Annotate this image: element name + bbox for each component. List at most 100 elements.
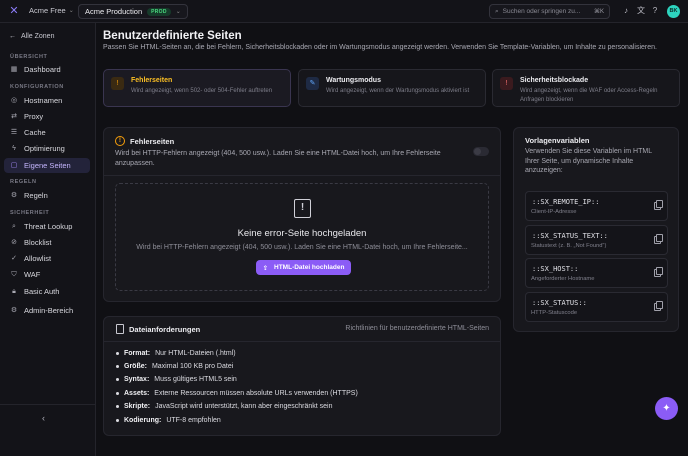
copy-icon[interactable] (654, 200, 663, 210)
card-title: Wartungsmodus (326, 77, 381, 84)
sidebar-item-label: Proxy (24, 112, 44, 121)
panel-title: Vorlagenvariablen (525, 136, 590, 145)
search-icon: ⌕ (12, 222, 16, 230)
section-config: KONFIGURATION (10, 84, 64, 90)
lock-icon: 🔒︎ (12, 287, 16, 295)
page-title: Benutzerdefinierte Seiten (103, 30, 242, 42)
prod-badge: PROD (147, 7, 171, 16)
sidebar-item-label: Basic Auth (24, 287, 60, 296)
top-bar: ✕ Acme Free ⌄ Acme Production PROD ⌄ ⌕ S… (0, 0, 688, 23)
sidebar-item-label: Admin-Bereich (24, 306, 74, 315)
sidebar-item-hostnames[interactable]: ◎ Hostnamen (4, 93, 90, 108)
sidebar-item-label: Allowlist (24, 254, 52, 263)
sidebar-item-blocklist[interactable]: ⊘ Blocklist (4, 235, 90, 250)
card-desc: Wird angezeigt, wenn der Wartungsmodus a… (326, 88, 470, 94)
back-label: Alle Zonen (21, 33, 55, 40)
variable-item: ::SX_STATUS:: HTTP-Statuscode (525, 292, 668, 322)
variable-name: ::SX_STATUS:: (532, 299, 587, 307)
copy-icon[interactable] (654, 234, 663, 244)
zone-name: Acme Production (85, 7, 143, 16)
gear-icon: ⚙ (10, 306, 18, 314)
list-item: Kodierung: UTF-8 empfohlen (116, 417, 486, 424)
sidebar-item-label: Hostnamen (24, 96, 63, 105)
ban-icon: ⊘ (11, 238, 17, 246)
sidebar-item-waf[interactable]: ⛉ WAF (4, 267, 90, 282)
arrows-icon: ⇄ (11, 112, 17, 120)
sidebar-item-allowlist[interactable]: ✓ Allowlist (4, 251, 90, 266)
sidebar-item-cache[interactable]: ☰ Cache (4, 125, 90, 140)
sidebar-item-label: Blocklist (24, 238, 52, 247)
database-icon: ☰ (10, 128, 18, 136)
divider (104, 175, 500, 176)
list-item: Assets: Externe Ressourcen müssen absolut… (116, 390, 486, 397)
bell-icon[interactable]: ♪ (621, 6, 631, 16)
sidebar-item-label: Eigene Seiten (24, 161, 71, 170)
sidebar-item-basic-auth[interactable]: 🔒︎ Basic Auth (4, 284, 90, 299)
sidebar-item-rules[interactable]: ⚙ Regeln (4, 188, 90, 203)
panel-title: Fehlerseiten (130, 137, 175, 146)
upload-html-button[interactable]: ⇪ HTML-Datei hochladen (256, 260, 351, 275)
section-overview: ÜBERSICHT (10, 54, 48, 60)
sidebar-item-custom-pages[interactable]: ▢ Eigene Seiten (4, 158, 90, 173)
search-icon: ⌕ (495, 7, 499, 15)
chevron-down-icon: ⌄ (175, 9, 181, 15)
search-input[interactable]: ⌕ Suchen oder springen zu... ⌘K (489, 4, 610, 19)
assistant-sparkle-button[interactable]: ✦ (655, 397, 678, 420)
variable-item: ::SX_STATUS_TEXT:: Statustext (z. B. „No… (525, 225, 668, 255)
sidebar-item-admin-area[interactable]: ⚙ Admin-Bereich (4, 303, 90, 318)
upload-icon: ⇪ (262, 264, 269, 272)
panel-desc: Verwenden Sie diese Variablen im HTML Ih… (525, 148, 652, 174)
alert-circle-icon: ! (115, 136, 125, 146)
search-placeholder: Suchen oder springen zu... (502, 8, 581, 15)
sidebar-item-optimization[interactable]: ϟ Optimierung (4, 141, 90, 156)
copy-icon[interactable] (654, 301, 663, 311)
avatar[interactable]: BK (667, 5, 680, 18)
section-rules: REGELN (10, 179, 37, 185)
sidebar-item-label: Threat Lookup (24, 222, 73, 231)
globe-icon: ◎ (10, 96, 18, 104)
upload-dropzone[interactable]: ! Keine error-Seite hochgeladen Wird bei… (115, 183, 489, 291)
back-to-zones-link[interactable]: ← Alle Zonen (9, 33, 54, 40)
panel-title: Dateianforderungen (129, 325, 201, 334)
shield-alert-icon: ! (500, 77, 513, 90)
zone-switcher[interactable]: Acme Production PROD ⌄ (78, 4, 188, 19)
sidebar-item-proxy[interactable]: ⇄ Proxy (4, 109, 90, 124)
variable-desc: Angeforderter Hostname (531, 276, 595, 282)
error-page-toggle[interactable] (473, 147, 489, 156)
page-subtitle: Passen Sie HTML-Seiten an, die bei Fehle… (103, 44, 657, 51)
card-error-pages[interactable]: ! Fehlerseiten Wird angezeigt, wenn 502-… (103, 69, 291, 107)
file-text-icon (116, 324, 124, 334)
search-shortcut: ⌘K (593, 9, 604, 15)
panel-subtitle: Richtlinien für benutzerdefinierte HTML-… (345, 325, 489, 332)
copy-icon[interactable] (654, 267, 663, 277)
list-item: Skripte: JavaScript wird unterstützt, kan… (116, 403, 486, 410)
account-switcher[interactable]: Acme Free ⌄ (29, 6, 74, 15)
variable-name: ::SX_HOST:: (532, 265, 579, 273)
app-logo-icon[interactable]: ✕ (8, 5, 20, 17)
help-icon[interactable]: ? (650, 6, 660, 16)
bolt-icon: ϟ (12, 144, 16, 152)
list-item: Größe: Maximal 100 KB pro Datei (116, 363, 486, 370)
collapse-sidebar-icon[interactable]: ‹ (42, 413, 45, 423)
sidebar-item-threat-lookup[interactable]: ⌕ Threat Lookup (4, 219, 90, 234)
card-maintenance[interactable]: ✎ Wartungsmodus Wird angezeigt, wenn der… (298, 69, 486, 107)
card-security-block[interactable]: ! Sicherheitsblockade Wird angezeigt, we… (492, 69, 680, 107)
card-desc: Wird angezeigt, wenn 502- oder 504-Fehle… (131, 88, 273, 94)
empty-title: Keine error-Seite hochgeladen (237, 228, 367, 239)
error-pages-panel: ! Fehlerseiten Wird bei HTTP-Fehlern ang… (103, 127, 501, 302)
sidebar: ← Alle Zonen ÜBERSICHT ▦ Dashboard KONFI… (0, 23, 96, 456)
sidebar-item-dashboard[interactable]: ▦ Dashboard (4, 62, 90, 77)
template-variables-panel: Vorlagenvariablen Verwenden Sie diese Va… (513, 127, 679, 332)
translate-icon[interactable]: 文 (636, 6, 646, 16)
card-desc: Wird angezeigt, wenn die WAF oder Access… (520, 88, 658, 103)
variable-item: ::SX_REMOTE_IP:: Client-IP-Adresse (525, 191, 668, 221)
variable-name: ::SX_REMOTE_IP:: (532, 198, 600, 206)
sidebar-item-label: Regeln (24, 191, 48, 200)
account-name: Acme Free (29, 6, 66, 15)
grid-icon: ▦ (10, 65, 18, 73)
arrow-left-icon: ← (9, 33, 16, 40)
variable-desc: HTTP-Statuscode (531, 310, 578, 316)
list-item: Format: Nur HTML-Dateien (.html) (116, 350, 486, 357)
section-security: SICHERHEIT (10, 210, 50, 216)
shield-icon: ⛉ (11, 270, 17, 278)
